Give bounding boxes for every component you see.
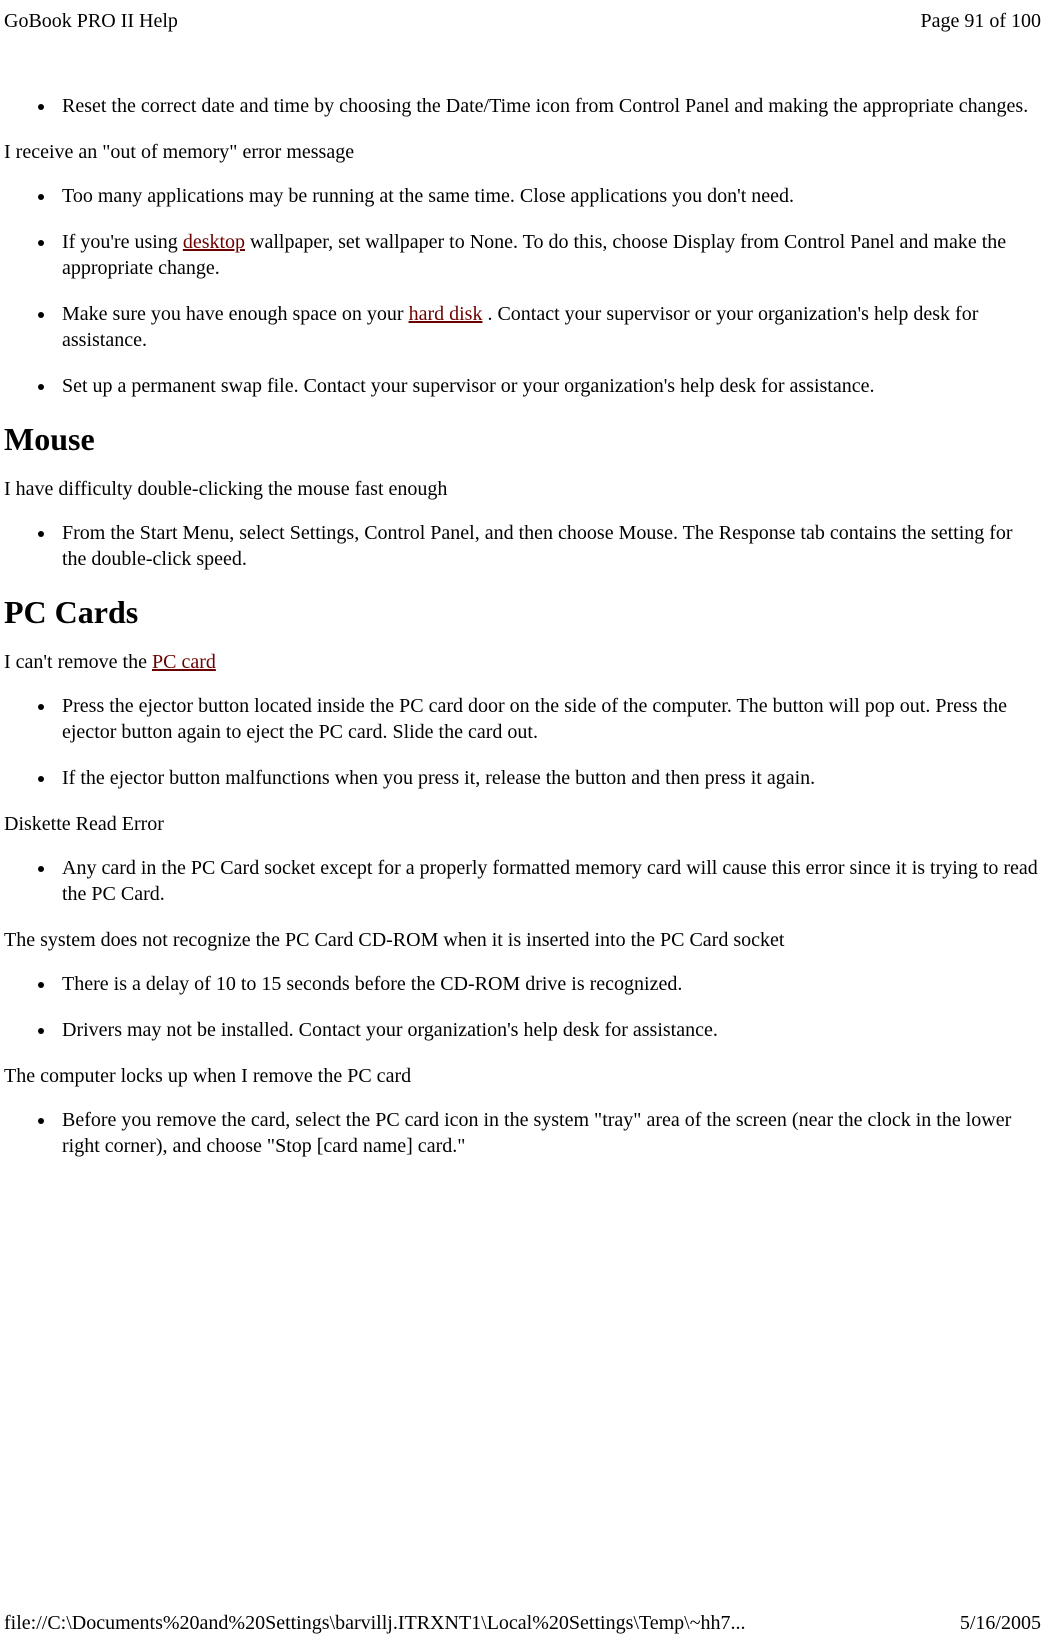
issue-memory: I receive an "out of memory" error messa… (4, 139, 1041, 165)
list-item: Any card in the PC Card socket except fo… (56, 855, 1041, 907)
text-prefix: If you're using (62, 231, 183, 253)
desktop-link[interactable]: desktop (183, 231, 245, 253)
list-item: Press the ejector button located inside … (56, 693, 1041, 745)
list-mouse: From the Start Menu, select Settings, Co… (4, 520, 1041, 572)
main-content: Reset the correct date and time by choos… (0, 93, 1049, 1159)
pc-card-link[interactable]: PC card (152, 651, 216, 673)
list-cdrom: There is a delay of 10 to 15 seconds bef… (4, 971, 1041, 1043)
list-item: Reset the correct date and time by choos… (56, 93, 1041, 119)
list-diskette-error: Any card in the PC Card socket except fo… (4, 855, 1041, 907)
header-page: Page 91 of 100 (920, 10, 1041, 33)
footer-path: file://C:\Documents%20and%20Settings\bar… (4, 1612, 746, 1635)
heading-pc-cards: PC Cards (4, 594, 1041, 631)
page-header: GoBook PRO II Help Page 91 of 100 (0, 0, 1049, 33)
list-item: From the Start Menu, select Settings, Co… (56, 520, 1041, 572)
heading-mouse: Mouse (4, 421, 1041, 458)
issue-diskette-error: Diskette Read Error (4, 811, 1041, 837)
issue-pc-card-remove: I can't remove the PC card (4, 649, 1041, 675)
list-item: Before you remove the card, select the P… (56, 1107, 1041, 1159)
issue-cdrom-not-recognized: The system does not recognize the PC Car… (4, 927, 1041, 953)
issue-double-click: I have difficulty double-clicking the mo… (4, 476, 1041, 502)
page-footer: file://C:\Documents%20and%20Settings\bar… (4, 1612, 1041, 1635)
list-item: Make sure you have enough space on your … (56, 301, 1041, 353)
list-item: There is a delay of 10 to 15 seconds bef… (56, 971, 1041, 997)
list-item: Set up a permanent swap file. Contact yo… (56, 373, 1041, 399)
list-item: Drivers may not be installed. Contact yo… (56, 1017, 1041, 1043)
footer-date: 5/16/2005 (960, 1612, 1041, 1635)
header-title: GoBook PRO II Help (4, 10, 178, 33)
list-item: Too many applications may be running at … (56, 183, 1041, 209)
text-prefix: I can't remove the (4, 651, 152, 673)
list-memory: Too many applications may be running at … (4, 183, 1041, 399)
list-pc-card-remove: Press the ejector button located inside … (4, 693, 1041, 791)
issue-lockup: The computer locks up when I remove the … (4, 1063, 1041, 1089)
list-datetime: Reset the correct date and time by choos… (4, 93, 1041, 119)
list-lockup: Before you remove the card, select the P… (4, 1107, 1041, 1159)
text-prefix: Make sure you have enough space on your (62, 303, 409, 325)
hard-disk-link[interactable]: hard disk (409, 303, 483, 325)
list-item: If you're using desktop wallpaper, set w… (56, 229, 1041, 281)
list-item: If the ejector button malfunctions when … (56, 765, 1041, 791)
